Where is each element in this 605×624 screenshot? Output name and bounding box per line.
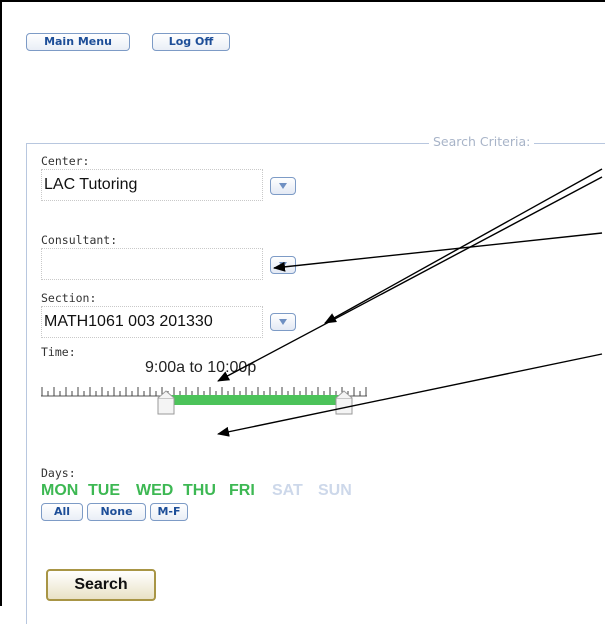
window-border-left [0,0,2,606]
time-slider[interactable] [41,378,371,418]
main-menu-button[interactable]: Main Menu [26,33,130,51]
slider-end-handle[interactable] [335,397,353,415]
center-label: Center: [41,154,90,168]
slider-end-handle-tip [335,390,353,399]
days-label: Days: [41,466,76,480]
window-border-top [0,0,605,2]
day-toggle-mon[interactable]: MON [41,482,78,500]
consultant-field[interactable] [41,248,263,280]
chevron-down-icon [279,183,287,189]
center-field[interactable]: LAC Tutoring [41,169,263,201]
section-field[interactable]: MATH1061 003 201330 [41,306,263,338]
consultant-dropdown-button[interactable] [270,256,296,274]
log-off-button[interactable]: Log Off [152,33,230,51]
day-toggle-sun[interactable]: SUN [318,482,352,500]
weekdays-button[interactable]: M-F [150,503,188,521]
chevron-down-icon [279,262,287,268]
day-toggle-wed[interactable]: WED [136,482,173,500]
time-label: Time: [41,345,76,359]
time-range-text: 9:00a to 10:00p [145,359,257,376]
section-dropdown-button[interactable] [270,313,296,331]
slider-selected-range [167,395,345,405]
day-toggle-sat[interactable]: SAT [272,482,303,500]
no-days-button[interactable]: None [87,503,146,521]
chevron-down-icon [279,319,287,325]
slider-ticks [41,387,367,397]
all-days-button[interactable]: All [41,503,83,521]
center-dropdown-button[interactable] [270,177,296,195]
search-button[interactable]: Search [46,569,156,601]
day-toggle-fri[interactable]: FRI [229,482,255,500]
consultant-label: Consultant: [41,233,118,247]
day-toggle-thu[interactable]: THU [183,482,216,500]
legend-decoration [592,143,602,144]
section-label: Section: [41,291,97,305]
slider-start-handle-tip [157,390,175,399]
day-toggle-tue[interactable]: TUE [88,482,120,500]
slider-start-handle[interactable] [157,397,175,415]
search-criteria-legend: Search Criteria: [429,134,535,149]
